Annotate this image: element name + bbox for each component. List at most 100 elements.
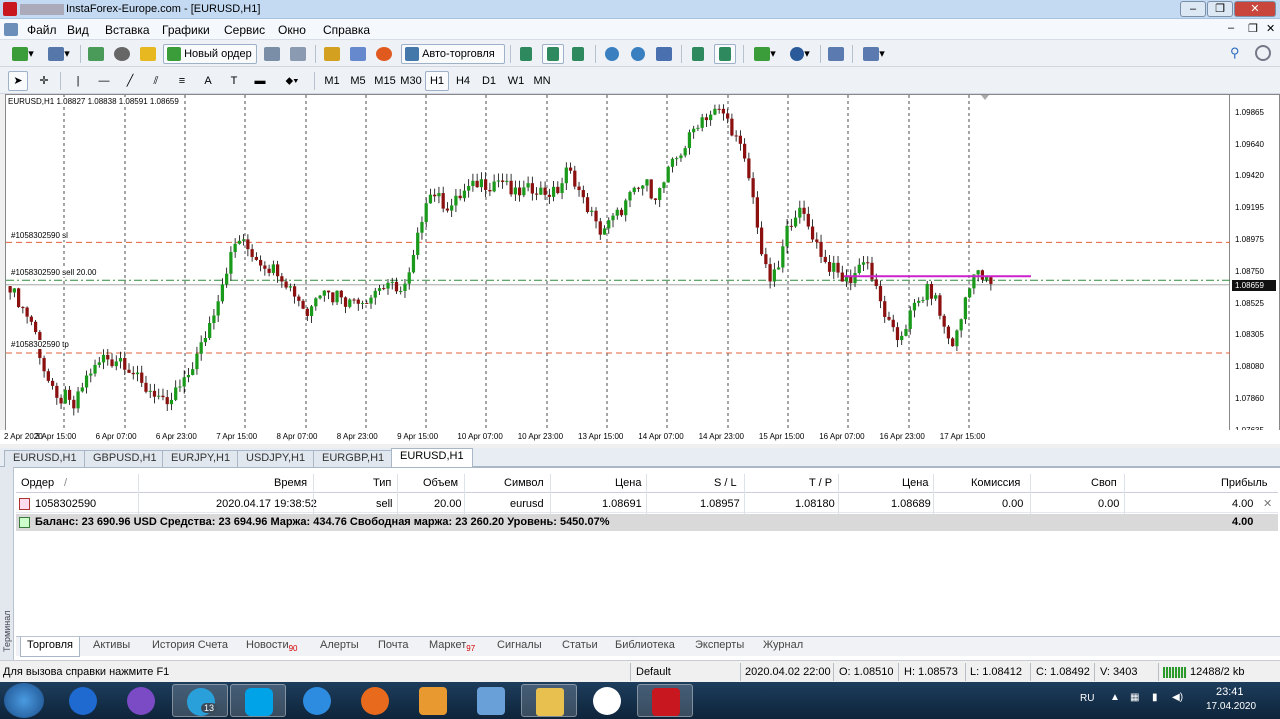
tab-exposure[interactable]: Активы — [93, 639, 130, 651]
arrows-button[interactable]: ▬ — [250, 71, 270, 91]
menu-window[interactable]: Окно — [278, 23, 306, 37]
shapes-button[interactable]: ⬥▾ — [276, 71, 308, 91]
menu-insert[interactable]: Вставка — [105, 23, 150, 37]
experts-button[interactable] — [322, 44, 342, 64]
order-tp[interactable]: 1.08180 — [795, 498, 835, 510]
tray-volume-icon[interactable]: ◀) — [1172, 692, 1183, 703]
data-window-button[interactable] — [288, 44, 308, 64]
menu-file[interactable]: Файл — [27, 23, 57, 37]
profiles-button[interactable]: ▾ — [44, 44, 74, 64]
order-sl[interactable]: 1.08957 — [700, 498, 740, 510]
search-icon[interactable]: ⚲ — [1230, 45, 1240, 61]
tf-d1[interactable]: D1 — [477, 71, 501, 91]
tray-network-icon[interactable]: ▦ — [1130, 692, 1139, 703]
tab-mailbox[interactable]: Почта — [378, 639, 409, 651]
tile-windows-button[interactable] — [654, 44, 674, 64]
tab-code-base[interactable]: Библиотека — [615, 639, 675, 651]
tray-hidden-icons[interactable]: ▲ — [1110, 692, 1120, 703]
chart-tab-eurjpy[interactable]: EURJPY,H1 — [162, 450, 240, 467]
taskbar-explorer[interactable] — [521, 684, 577, 717]
chart-shift-button[interactable] — [688, 44, 708, 64]
trendline-button[interactable]: ╱ — [120, 71, 140, 91]
table-row[interactable]: 1058302590 2020.04.17 19:38:52 sell 20.0… — [16, 495, 1278, 513]
mdi-minimize-button[interactable]: – — [1228, 22, 1234, 34]
tray-language[interactable]: RU — [1080, 693, 1094, 704]
chat-icon[interactable] — [1255, 45, 1271, 61]
tab-market[interactable]: Маркет97 — [429, 639, 475, 653]
taskbar-media-player[interactable] — [405, 684, 461, 717]
col-swap[interactable]: Своп — [1091, 477, 1117, 489]
tab-account-history[interactable]: История Счета — [152, 639, 228, 651]
tab-signals[interactable]: Сигналы — [497, 639, 542, 651]
tab-news[interactable]: Новости90 — [246, 639, 298, 653]
metaeditor-button[interactable] — [374, 44, 394, 64]
terminal-button[interactable] — [262, 44, 282, 64]
tab-experts[interactable]: Эксперты — [695, 639, 744, 651]
taskbar-yandex[interactable] — [579, 684, 635, 717]
chart-tab-usdjpy[interactable]: USDJPY,H1 — [237, 450, 315, 467]
col-order[interactable]: Ордер — [21, 477, 54, 489]
taskbar-viber[interactable] — [113, 684, 169, 717]
candlesticks-button[interactable] — [542, 44, 564, 64]
tab-journal[interactable]: Журнал — [763, 639, 803, 651]
col-sl[interactable]: S / L — [714, 477, 737, 489]
taskbar-ie[interactable] — [289, 684, 345, 717]
templates-button[interactable] — [826, 44, 846, 64]
text-button[interactable]: A — [198, 71, 218, 91]
menu-view[interactable]: Вид — [67, 23, 89, 37]
auto-trading-button[interactable]: Авто-торговля — [401, 44, 505, 64]
new-order-button[interactable]: Новый ордер — [163, 44, 257, 64]
col-time[interactable]: Время — [274, 477, 307, 489]
tray-time[interactable]: 23:41 — [1216, 686, 1244, 698]
tab-articles[interactable]: Статьи — [562, 639, 598, 651]
menu-tools[interactable]: Сервис — [224, 23, 265, 37]
col-symbol[interactable]: Символ — [504, 477, 544, 489]
menu-help[interactable]: Справка — [323, 23, 370, 37]
tray-signal-icon[interactable]: ▮ — [1152, 692, 1158, 703]
taskbar-volume-app[interactable] — [463, 684, 519, 717]
chart-tab-gbpusd[interactable]: GBPUSD,H1 — [84, 450, 166, 467]
menu-charts[interactable]: Графики — [162, 23, 210, 37]
horizontal-line-button[interactable]: — — [94, 71, 114, 91]
strategy-tester-button[interactable] — [348, 44, 368, 64]
new-chart-button[interactable]: ▾ — [8, 44, 38, 64]
tf-m1[interactable]: M1 — [320, 71, 344, 91]
crosshair-button[interactable]: ✛ — [34, 71, 54, 91]
taskbar-firefox[interactable] — [347, 684, 403, 717]
tf-h4[interactable]: H4 — [451, 71, 475, 91]
tf-m15[interactable]: M15 — [372, 71, 398, 91]
start-button[interactable] — [4, 683, 44, 718]
col-cur-price[interactable]: Цена — [902, 477, 928, 489]
vertical-line-button[interactable]: | — [68, 71, 88, 91]
minimize-button[interactable]: – — [1180, 1, 1206, 17]
channel-button[interactable]: ⫽ — [146, 71, 166, 91]
zoom-out-button[interactable] — [628, 44, 648, 64]
favorites-button[interactable] — [138, 44, 158, 64]
fibonacci-button[interactable]: ≡ — [172, 71, 192, 91]
taskbar-teamviewer[interactable] — [55, 684, 111, 717]
indicators-button[interactable]: ▾ — [750, 44, 780, 64]
navigator-button[interactable] — [112, 44, 132, 64]
taskbar-telegram[interactable]: 13 — [172, 684, 228, 717]
col-price[interactable]: Цена — [615, 477, 641, 489]
auto-scroll-button[interactable] — [714, 44, 736, 64]
tf-h1[interactable]: H1 — [425, 71, 449, 91]
chart-tab-eurusd[interactable]: EURUSD,H1 — [4, 450, 86, 467]
taskbar-skype[interactable] — [230, 684, 286, 717]
chart-tab-eurusd-active[interactable]: EURUSD,H1 — [391, 448, 473, 467]
col-tp[interactable]: T / P — [809, 477, 832, 489]
bar-chart-button[interactable] — [516, 44, 536, 64]
maximize-button[interactable]: ❐ — [1207, 1, 1233, 17]
col-commission[interactable]: Комиссия — [971, 477, 1020, 489]
close-order-icon[interactable]: ✕ — [1263, 497, 1272, 510]
periods-button[interactable]: ▾ — [785, 44, 815, 64]
tf-m5[interactable]: M5 — [346, 71, 370, 91]
line-chart-button[interactable] — [568, 44, 588, 64]
taskbar-metatrader[interactable] — [637, 684, 693, 717]
mdi-close-button[interactable]: ✕ — [1266, 22, 1275, 35]
chart-tab-eurgbp[interactable]: EURGBP,H1 — [313, 450, 394, 467]
market-watch-button[interactable] — [86, 44, 106, 64]
tab-alerts[interactable]: Алерты — [320, 639, 359, 651]
objects-button[interactable]: ▾ — [858, 44, 890, 64]
tf-mn[interactable]: MN — [530, 71, 554, 91]
